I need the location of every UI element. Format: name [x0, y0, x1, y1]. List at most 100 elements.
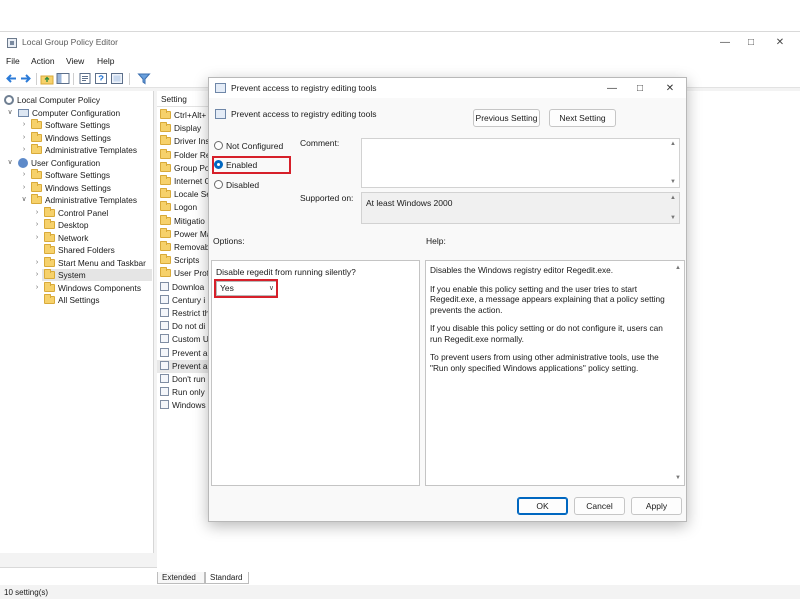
next-setting-button[interactable]: Next Setting: [549, 109, 616, 127]
folder-icon: [44, 219, 55, 229]
help-panel: Disables the Windows registry editor Reg…: [425, 260, 685, 486]
chevron-down-icon[interactable]: ∨: [20, 194, 28, 206]
ok-button[interactable]: OK: [517, 497, 568, 515]
tree-item-network[interactable]: Network: [44, 232, 88, 244]
tab-extended[interactable]: Extended: [157, 572, 205, 584]
radio-not-configured[interactable]: Not Configured: [214, 139, 283, 153]
supported-on-value: At least Windows 2000: [366, 198, 453, 208]
folder-icon: [160, 227, 171, 238]
chevron-right-icon[interactable]: ›: [33, 282, 41, 294]
cancel-button[interactable]: Cancel: [574, 497, 625, 515]
options-label: Options:: [213, 236, 245, 246]
setting-icon: [160, 360, 169, 370]
tree-item-system[interactable]: System: [42, 269, 152, 281]
setting-icon: [160, 387, 169, 397]
tree-item-shared-folders[interactable]: Shared Folders: [44, 244, 115, 256]
folder-icon: [160, 188, 171, 199]
comment-label: Comment:: [300, 138, 340, 148]
folder-icon: [160, 135, 171, 146]
setting-icon: [160, 347, 169, 357]
tree-item-user-admin-templates[interactable]: Administrative Templates: [31, 194, 137, 206]
folder-icon: [160, 161, 171, 172]
view-icon[interactable]: [110, 72, 124, 85]
menu-file[interactable]: File: [6, 56, 20, 66]
chevron-right-icon[interactable]: ›: [20, 132, 28, 144]
menu-action[interactable]: Action: [31, 56, 55, 66]
tree-item-computer-windows-settings[interactable]: Windows Settings: [31, 132, 111, 144]
show-hide-tree-icon[interactable]: [56, 72, 70, 85]
tree-item-local-computer-policy[interactable]: Local Computer Policy: [4, 94, 100, 106]
tree-item-computer-software-settings[interactable]: Software Settings: [31, 119, 110, 131]
dialog-close-button[interactable]: ✕: [659, 81, 681, 96]
tree-item-computer-admin-templates[interactable]: Administrative Templates: [31, 144, 137, 156]
tree-item-control-panel[interactable]: Control Panel: [44, 207, 108, 219]
folder-icon: [160, 267, 171, 278]
chevron-right-icon[interactable]: ›: [20, 169, 28, 181]
help-icon[interactable]: [94, 72, 108, 85]
scroll-up-icon[interactable]: ▲: [674, 263, 682, 274]
chevron-right-icon[interactable]: ›: [20, 119, 28, 131]
help-paragraph: Disables the Windows registry editor Reg…: [430, 265, 614, 275]
folder-icon: [44, 282, 55, 292]
tree-item-user-software-settings[interactable]: Software Settings: [31, 169, 110, 181]
chevron-down-icon[interactable]: ∨: [6, 107, 14, 119]
back-icon[interactable]: [4, 72, 18, 85]
tree-item-user-windows-settings[interactable]: Windows Settings: [31, 182, 111, 194]
filter-icon[interactable]: [137, 72, 151, 85]
dialog-maximize-button[interactable]: □: [629, 81, 651, 96]
options-panel: Disable regedit from running silently? Y…: [211, 260, 420, 486]
properties-icon[interactable]: [78, 72, 92, 85]
close-button[interactable]: ✕: [770, 35, 790, 51]
comment-textarea[interactable]: ▲ ▼: [361, 138, 680, 188]
chevron-right-icon[interactable]: ›: [33, 219, 41, 231]
folder-icon: [160, 201, 171, 212]
chevron-right-icon[interactable]: ›: [33, 257, 41, 269]
radio-disabled[interactable]: Disabled: [214, 178, 259, 192]
folder-icon: [160, 148, 171, 159]
supported-on-label: Supported on:: [300, 193, 354, 203]
menu-help[interactable]: Help: [97, 56, 114, 66]
radio-button[interactable]: [214, 141, 223, 150]
forward-icon[interactable]: [19, 72, 33, 85]
folder-icon: [160, 214, 171, 225]
tree-item-desktop[interactable]: Desktop: [44, 219, 88, 231]
chevron-right-icon[interactable]: ›: [20, 182, 28, 194]
dialog-minimize-button[interactable]: —: [601, 81, 623, 96]
tree-pane: Local Computer Policy ∨ Computer Configu…: [0, 91, 154, 553]
maximize-button[interactable]: □: [741, 35, 761, 51]
folder-icon: [160, 122, 171, 133]
up-folder-icon[interactable]: [40, 72, 54, 85]
tree-item-all-settings[interactable]: All Settings: [44, 294, 100, 306]
computer-icon: [18, 109, 29, 117]
status-bar: 10 setting(s): [0, 585, 800, 599]
tree-item-windows-components[interactable]: Windows Components: [44, 282, 141, 294]
option-text: Disable regedit from running silently?: [216, 267, 356, 277]
tab-standard[interactable]: Standard: [205, 572, 249, 584]
chevron-down-icon[interactable]: ∨: [6, 157, 14, 169]
previous-setting-button[interactable]: Previous Setting: [473, 109, 540, 127]
chevron-right-icon[interactable]: ›: [33, 269, 41, 281]
setting-icon: [160, 294, 169, 304]
setting-icon: [160, 281, 169, 291]
supported-on-field: At least Windows 2000 ▲ ▼: [361, 192, 680, 224]
radio-button[interactable]: [214, 180, 223, 189]
folder-icon: [31, 169, 42, 179]
tree-item-start-menu-taskbar[interactable]: Start Menu and Taskbar: [44, 257, 146, 269]
menu-view[interactable]: View: [66, 56, 84, 66]
main-titlebar[interactable]: Local Group Policy Editor — □ ✕: [0, 32, 800, 54]
setting-icon: [215, 109, 226, 119]
apply-button[interactable]: Apply: [631, 497, 682, 515]
tree-item-user-configuration[interactable]: User Configuration: [18, 157, 100, 169]
chevron-right-icon[interactable]: ›: [33, 207, 41, 219]
dialog-titlebar[interactable]: Prevent access to registry editing tools…: [209, 78, 686, 98]
folder-icon: [31, 194, 42, 204]
folder-icon: [31, 144, 42, 154]
tree-item-computer-configuration[interactable]: Computer Configuration: [18, 107, 120, 119]
help-label: Help:: [426, 236, 446, 246]
chevron-right-icon[interactable]: ›: [20, 144, 28, 156]
setting-icon: [160, 321, 169, 331]
chevron-right-icon[interactable]: ›: [33, 232, 41, 244]
scroll-down-icon[interactable]: ▼: [674, 473, 682, 484]
minimize-button[interactable]: —: [715, 35, 735, 51]
folder-icon: [44, 207, 55, 217]
